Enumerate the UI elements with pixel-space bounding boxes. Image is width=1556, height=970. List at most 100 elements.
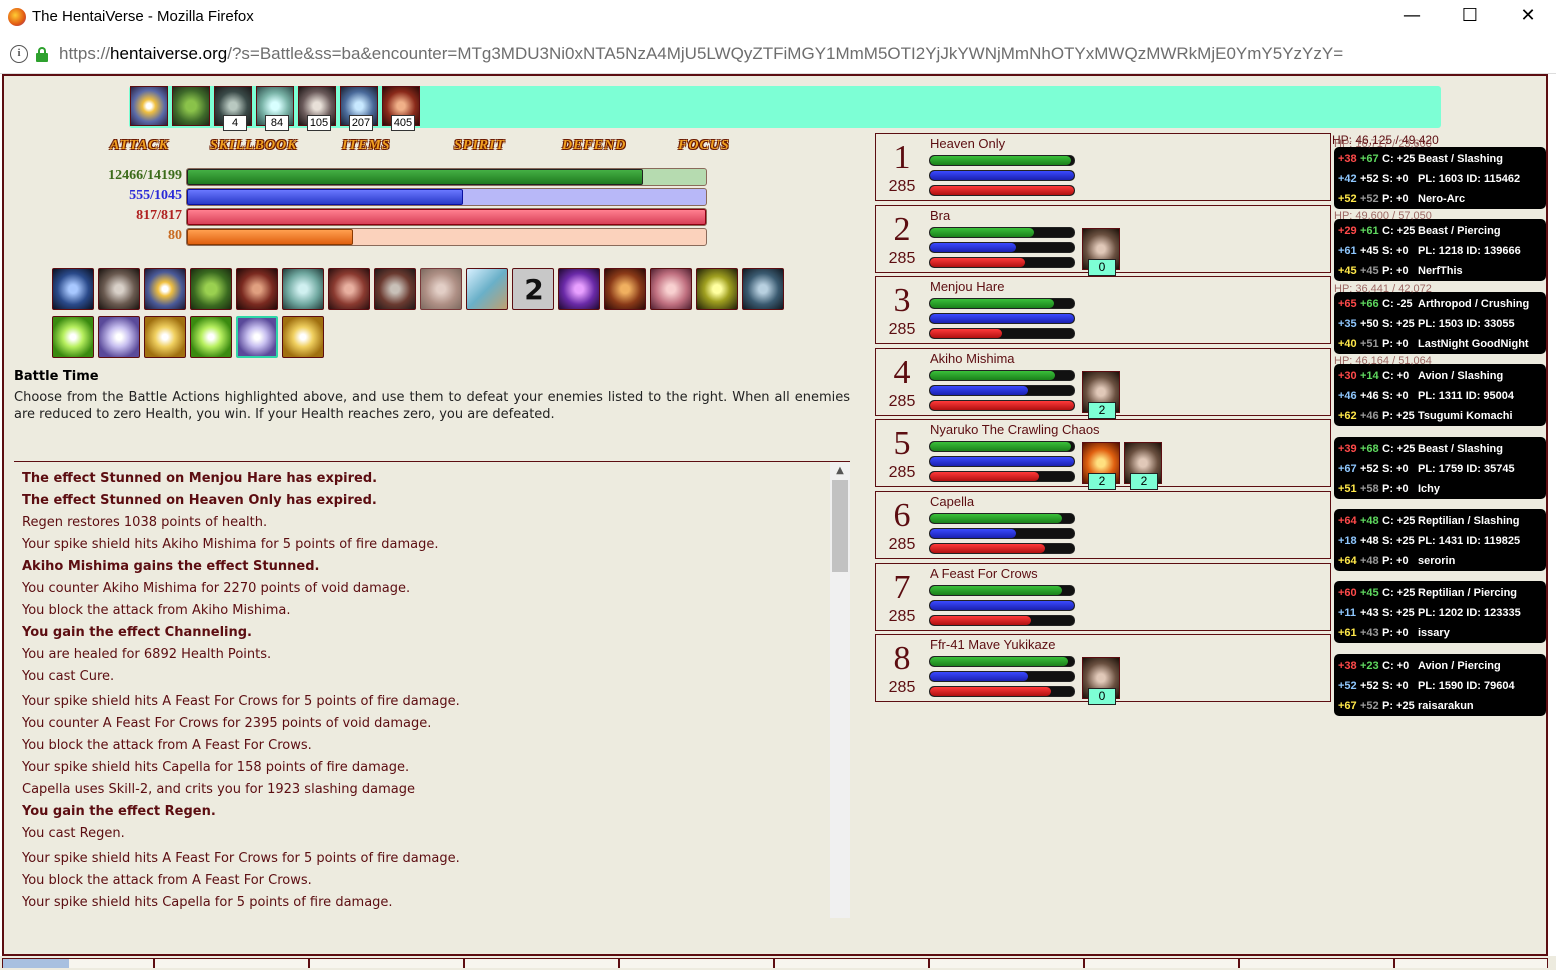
attack-button[interactable]: ATTACK (110, 138, 169, 154)
skill-icon[interactable] (558, 268, 600, 310)
tooltip-value: Beast / Slashing (1418, 442, 1503, 455)
monster-level: 285 (888, 178, 916, 195)
monster-tooltip: +30 +14 C: +0 Avion / Slashing +46 +46 S: +0 PL… (1334, 355, 1546, 427)
bottom-tab[interactable] (154, 958, 309, 968)
skill-icon[interactable] (650, 268, 692, 310)
bottom-tab[interactable] (1394, 958, 1548, 968)
monster-effect-icon[interactable]: 0 (1082, 227, 1120, 276)
player-overcharge-bar (186, 228, 707, 246)
skill-icon[interactable] (282, 268, 324, 310)
monster-3[interactable]: 3 285 Menjou Hare (875, 276, 1331, 345)
log-line: Regen restores 1038 points of health. (22, 515, 268, 530)
tooltip-value: S: +0 (1382, 173, 1409, 185)
tooltip-value: C: +25 (1382, 442, 1416, 455)
defend-button[interactable]: DEFEND (562, 138, 626, 154)
bottom-tab[interactable] (619, 958, 774, 968)
monster-number: 6 (893, 497, 911, 534)
tooltip-value: S: +0 (1382, 679, 1409, 692)
skill-icon[interactable] (696, 268, 738, 310)
minimize-button[interactable]: — (1383, 0, 1441, 34)
monster-2[interactable]: 2 285 Bra 0 (875, 204, 1331, 276)
effect-duration: 207 (349, 115, 373, 131)
tooltip-row: +60 +45 C: +25 Reptilian / Piercing (1338, 583, 1517, 603)
skillbook-button[interactable]: SKILLBOOK (210, 138, 298, 154)
tooltip-value: S: +25 (1382, 607, 1415, 620)
tooltip-value: Avion / Slashing (1418, 370, 1504, 383)
monster-6[interactable]: 6 285 Capella (875, 491, 1331, 559)
monster-8[interactable]: 8 285 Ffr-41 Mave Yukikaze 0 (875, 634, 1331, 706)
log-scrollbar[interactable]: ▲ (830, 462, 850, 918)
spell-icon[interactable] (282, 316, 324, 358)
skill-icon[interactable] (98, 268, 140, 310)
tooltip-value: PL: 1202 ID: 123335 (1418, 607, 1521, 620)
tooltip-value: +29 (1338, 225, 1357, 238)
bottom-tab[interactable] (1239, 958, 1394, 968)
tooltip-row: +61 +45 S: +0 PL: 1218 ID: 139666 (1338, 241, 1521, 261)
effect-icon[interactable]: 405 (382, 86, 420, 131)
log-line: You gain the effect Regen. (22, 804, 216, 819)
skill-icon[interactable] (52, 268, 94, 310)
effect-icon[interactable]: 207 (340, 86, 378, 131)
skill-icon[interactable] (604, 268, 646, 310)
bottom-tab[interactable] (774, 958, 929, 968)
effect-icon[interactable] (130, 86, 168, 126)
effect-icon[interactable]: 84 (256, 86, 294, 131)
monster-5[interactable]: 5 285 Nyaruko The Crawling Chaos 2 2 (875, 419, 1331, 491)
battle-log-lines: The effect Stunned on Menjou Hare has ex… (22, 470, 822, 916)
monster-effect-icon[interactable]: 0 (1082, 657, 1120, 706)
skill-icon[interactable] (328, 268, 370, 310)
monster-1[interactable]: 1 285 Heaven Only (875, 133, 1331, 201)
bottom-tab[interactable] (1084, 958, 1239, 968)
scroll-thumb[interactable] (832, 480, 848, 572)
scroll-up-icon[interactable]: ▲ (830, 464, 850, 478)
effect-icon[interactable] (172, 86, 210, 126)
items-button[interactable]: ITEMS (342, 138, 391, 154)
effect-icon[interactable]: 105 (298, 86, 336, 131)
tooltip-hp-text: HP: 46,164 / 51,064 (1334, 355, 1432, 368)
spell-icon[interactable] (98, 316, 140, 358)
tooltip-value: Ichy (1418, 482, 1441, 495)
monster-effect-icon[interactable]: 2 (1082, 370, 1120, 419)
skill-icon[interactable] (236, 268, 278, 310)
maximize-button[interactable]: ☐ (1441, 0, 1499, 34)
bottom-tab[interactable] (929, 958, 1084, 968)
tooltip-value: C: +25 (1382, 515, 1416, 527)
spell-icon[interactable] (190, 316, 232, 358)
skill-icon[interactable] (420, 268, 462, 310)
close-button[interactable]: ✕ (1499, 0, 1556, 34)
skill-icon[interactable] (742, 268, 784, 310)
focus-button[interactable]: FOCUS (678, 138, 730, 154)
spirit-button[interactable]: SPIRIT (454, 138, 505, 154)
spell-icon-selected[interactable] (236, 316, 278, 358)
skill-icon[interactable] (144, 268, 186, 310)
tooltip-value: +68 (1360, 442, 1379, 455)
bottom-tab[interactable] (2, 958, 154, 968)
monster-4[interactable]: 4 285 Akiho Mishima 2 (875, 347, 1331, 419)
tooltip-value: +35 (1338, 317, 1357, 330)
monster-7[interactable]: 7 285 A Feast For Crows (875, 562, 1331, 631)
tooltip-value: +64 (1338, 515, 1357, 527)
address-bar[interactable]: i https://hentaiverse.org/?s=Battle&ss=b… (0, 34, 1556, 74)
monster-effect-icon[interactable]: 2 (1082, 442, 1120, 491)
battle-log[interactable]: The effect Stunned on Menjou Hare has ex… (14, 461, 850, 918)
skill-cooldown-icon[interactable]: 2 (512, 268, 554, 310)
monster-effect-icon[interactable]: 2 (1124, 442, 1162, 491)
skill-icon[interactable] (466, 268, 508, 310)
tooltip-value: +61 (1360, 225, 1379, 238)
effect-icon[interactable]: 4 (214, 86, 252, 131)
url-text[interactable]: https://hentaiverse.org/?s=Battle&ss=ba&… (59, 44, 1343, 64)
spell-icon[interactable] (52, 316, 94, 358)
skill-icon[interactable] (374, 268, 416, 310)
tooltip-row: +11 +43 S: +25 PL: 1202 ID: 123335 (1338, 603, 1521, 623)
spell-icon[interactable] (144, 316, 186, 358)
tooltip-value: +40 (1338, 337, 1357, 350)
monster-effect-duration: 2 (1088, 401, 1116, 419)
info-icon[interactable]: i (10, 45, 28, 63)
skill-icon[interactable] (190, 268, 232, 310)
monster-sp-bar (929, 256, 1075, 268)
bottom-tab[interactable] (309, 958, 464, 968)
bottom-tab[interactable] (464, 958, 619, 968)
monster-effect-duration: 2 (1088, 473, 1116, 491)
player-hp-fill (187, 169, 643, 185)
lock-icon[interactable] (36, 47, 48, 62)
